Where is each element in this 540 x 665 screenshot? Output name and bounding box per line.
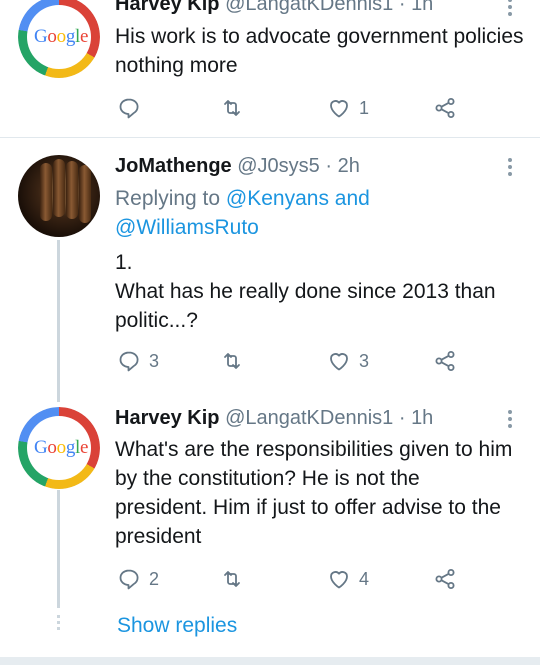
show-replies-link[interactable]: Show replies [117, 614, 237, 638]
tweet-2[interactable]: JoMathenge @J0sys5 · 2h Replying to @Ken… [0, 138, 540, 400]
share-icon [435, 98, 455, 118]
tweet-3[interactable]: Google Harvey Kip @LangatKDennis1 · 1h W… [0, 400, 540, 610]
tweet-header: Harvey Kip @LangatKDennis1 · 1h [115, 0, 433, 16]
like-icon [330, 571, 348, 589]
google-logo-icon: Google [34, 437, 89, 458]
tweet-actions: 1 [115, 95, 525, 121]
display-name[interactable]: JoMathenge [115, 155, 232, 177]
bottom-divider [0, 657, 540, 665]
more-icon[interactable] [502, 0, 518, 18]
retweet-button[interactable] [220, 566, 252, 592]
user-handle[interactable]: @LangatKDennis1 [225, 407, 393, 429]
thread-connector-line [57, 240, 60, 402]
retweet-button[interactable] [220, 95, 252, 121]
timestamp[interactable]: 1h [411, 407, 433, 429]
tweet-header: Harvey Kip @LangatKDennis1 · 1h [115, 406, 433, 430]
share-button[interactable] [433, 95, 457, 121]
replying-to: Replying to @Kenyans and @WilliamsRuto [115, 184, 415, 242]
avatar[interactable]: Google [18, 0, 100, 78]
tweet-text: What's are the responsibilities given to… [115, 438, 513, 548]
avatar[interactable]: Google [18, 407, 100, 489]
separator-dot: · [398, 0, 406, 15]
like-icon [330, 100, 348, 118]
timestamp[interactable]: 2h [338, 155, 360, 177]
share-icon [435, 351, 455, 371]
like-icon [330, 353, 348, 371]
like-button[interactable]: 4 [327, 566, 369, 592]
google-logo-icon: Google [34, 26, 89, 47]
timestamp[interactable]: 1h [411, 0, 433, 15]
reply-count: 2 [149, 568, 160, 589]
share-icon [435, 569, 455, 589]
reply-icon [119, 351, 139, 372]
like-count: 4 [359, 568, 370, 589]
tweet-actions: 3 3 [115, 348, 525, 374]
reply-icon [119, 569, 139, 590]
tweet-text: What has he really done since 2013 than … [115, 280, 496, 332]
tweet-1[interactable]: Google Harvey Kip @LangatKDennis1 · 1h H… [0, 0, 540, 137]
like-button[interactable]: 1 [327, 95, 369, 121]
tweet-text: His work is to advocate government polic… [115, 25, 524, 77]
thread-connector-line [57, 490, 60, 608]
retweet-button[interactable] [220, 348, 252, 374]
replying-to-label: Replying to [115, 187, 221, 210]
tweet-text-line-1: 1. [115, 251, 133, 274]
user-handle[interactable]: @J0sys5 [237, 155, 320, 177]
retweet-icon [224, 100, 240, 116]
user-handle[interactable]: @LangatKDennis1 [225, 0, 393, 15]
display-name[interactable]: Harvey Kip [115, 0, 220, 15]
retweet-icon [224, 571, 240, 587]
tweet-header: JoMathenge @J0sys5 · 2h [115, 154, 360, 178]
share-button[interactable] [433, 566, 457, 592]
separator-dot: · [325, 155, 333, 177]
more-icon[interactable] [502, 408, 518, 430]
retweet-icon [224, 353, 240, 369]
reply-button[interactable] [117, 95, 149, 121]
tweet-actions: 2 4 [115, 566, 525, 592]
like-count: 1 [359, 97, 370, 118]
like-count: 3 [359, 350, 370, 371]
share-button[interactable] [433, 348, 457, 374]
reply-count: 3 [149, 350, 160, 371]
thread-dots [57, 615, 60, 633]
reply-button[interactable]: 3 [117, 348, 159, 374]
separator-dot: · [398, 407, 406, 429]
like-button[interactable]: 3 [327, 348, 369, 374]
display-name[interactable]: Harvey Kip [115, 407, 220, 429]
avatar[interactable] [18, 155, 100, 237]
reply-button[interactable]: 2 [117, 566, 159, 592]
more-icon[interactable] [502, 156, 518, 178]
reply-icon [119, 98, 139, 119]
